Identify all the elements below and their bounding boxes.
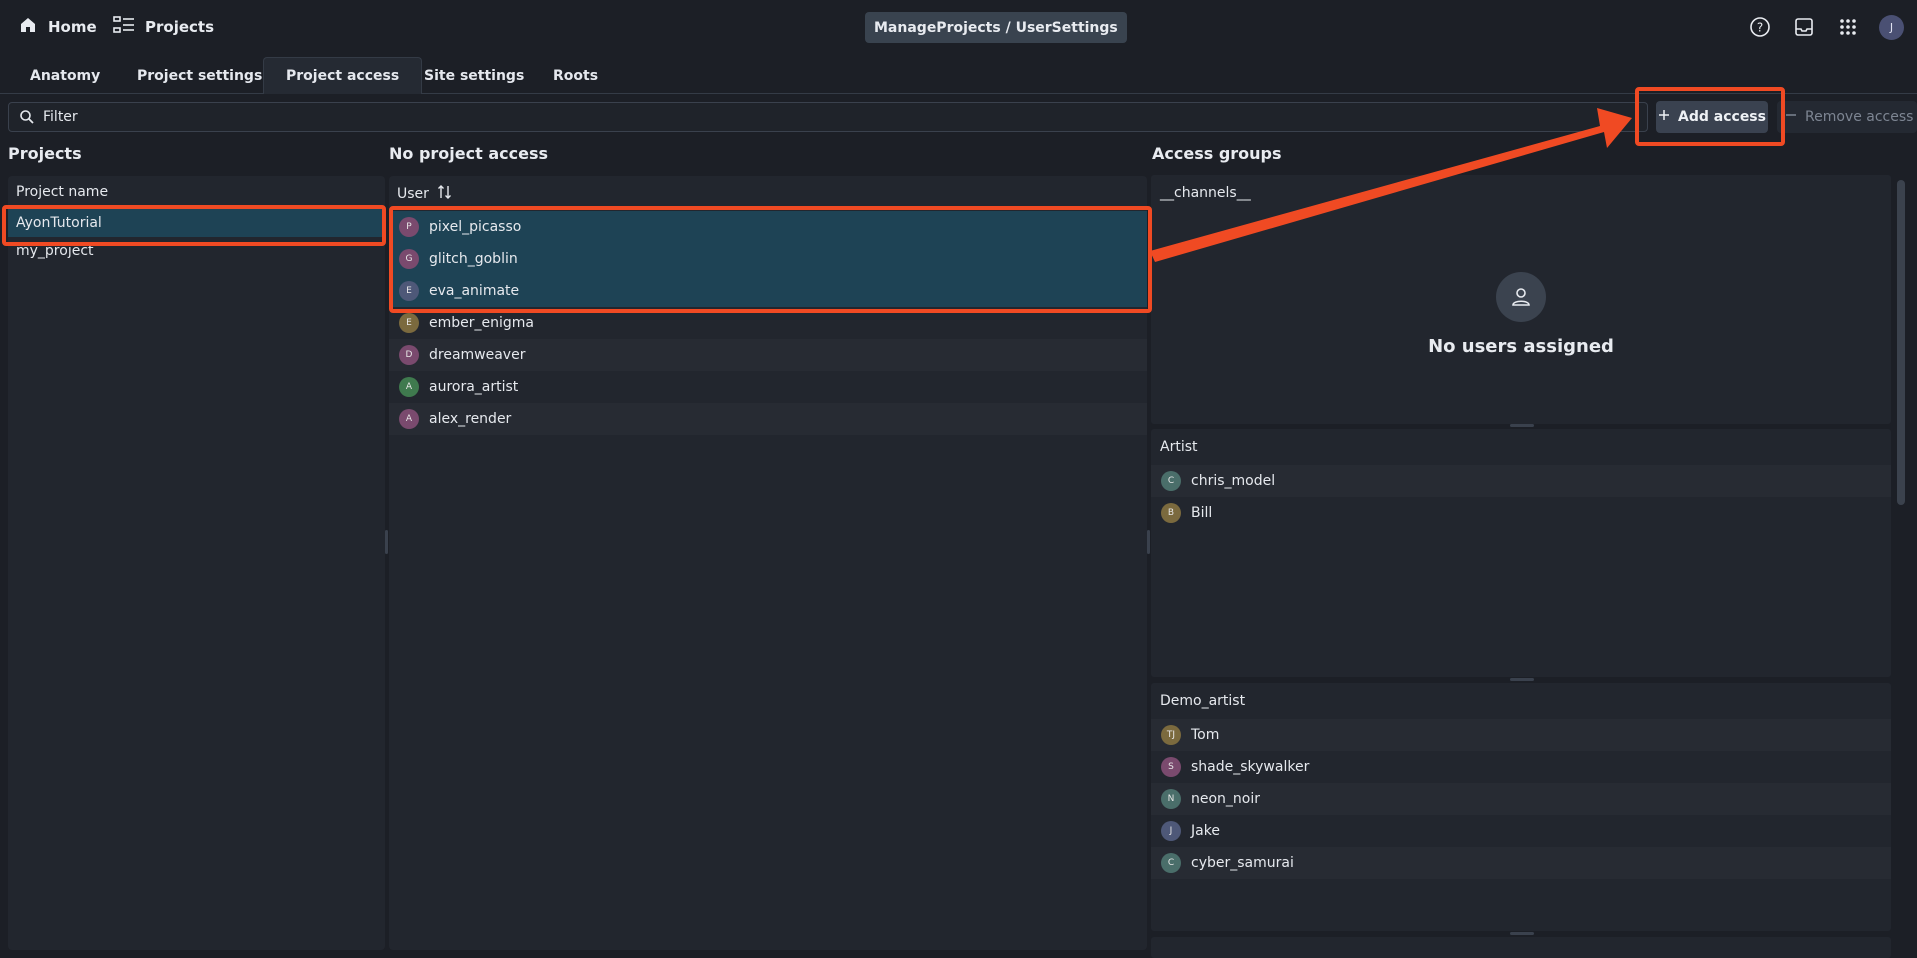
scrollbar[interactable]: [1897, 180, 1905, 505]
inbox-icon[interactable]: [1791, 14, 1817, 40]
tab-roots[interactable]: Roots: [531, 57, 620, 94]
user-row[interactable]: S shade_skywalker: [1151, 751, 1891, 783]
user-row[interactable]: J Jake: [1151, 815, 1891, 847]
user-name: chris_model: [1191, 473, 1276, 489]
projects-title: Projects: [8, 144, 82, 163]
search-icon: [19, 109, 35, 129]
home-link[interactable]: Home: [18, 14, 97, 40]
access-group-next[interactable]: [1151, 937, 1891, 958]
remove-access-button[interactable]: Remove access: [1777, 101, 1917, 133]
avatar: TJ: [1161, 725, 1181, 745]
user-icon: [1496, 272, 1546, 322]
projects-icon: [113, 15, 135, 39]
user-name: aurora_artist: [429, 379, 519, 395]
avatar: B: [1161, 503, 1181, 523]
no-access-panel: User P pixel_picasso G glitch_goblin E e…: [389, 176, 1147, 950]
user-avatar[interactable]: J: [1879, 15, 1904, 40]
minus-icon: [1785, 109, 1797, 125]
filter-input[interactable]: [43, 109, 1647, 125]
tab-anatomy[interactable]: Anatomy: [8, 57, 122, 94]
user-row[interactable]: G glitch_goblin: [389, 243, 1147, 275]
access-group-artist[interactable]: Artist C chris_model B Bill: [1151, 429, 1891, 677]
avatar: C: [1161, 471, 1181, 491]
user-row[interactable]: E eva_animate: [389, 275, 1147, 307]
user-row[interactable]: C chris_model: [1151, 465, 1891, 497]
avatar: A: [399, 409, 419, 429]
projects-label: Projects: [145, 18, 215, 36]
column-splitter[interactable]: [385, 530, 388, 554]
user-row[interactable]: D dreamweaver: [389, 339, 1147, 371]
project-name: AyonTutorial: [16, 215, 102, 231]
tab-site-settings[interactable]: Site settings: [402, 57, 546, 94]
top-bar: Home Projects ManageProjects / UserSetti…: [0, 0, 1917, 54]
add-access-button[interactable]: Add access: [1656, 101, 1768, 133]
user-row[interactable]: TJ Tom: [1151, 719, 1891, 751]
plus-icon: [1658, 109, 1670, 125]
user-row[interactable]: C cyber_samurai: [1151, 847, 1891, 879]
avatar: G: [399, 249, 419, 269]
projects-panel: Project name AyonTutorial my_project: [8, 176, 385, 950]
user-row[interactable]: B Bill: [1151, 497, 1891, 529]
empty-state: No users assigned: [1151, 272, 1891, 357]
project-row[interactable]: my_project: [8, 237, 385, 265]
user-name: pixel_picasso: [429, 219, 522, 235]
settings-tabs: Anatomy Project settings Project access …: [0, 57, 1917, 94]
access-groups-title: Access groups: [1152, 144, 1282, 163]
avatar: D: [399, 345, 419, 365]
avatar: N: [1161, 789, 1181, 809]
tab-project-access[interactable]: Project access: [263, 57, 423, 94]
project-name-header[interactable]: Project name: [8, 177, 385, 207]
user-name: Jake: [1191, 823, 1220, 839]
empty-state-text: No users assigned: [1428, 336, 1614, 357]
breadcrumb[interactable]: ManageProjects / UserSettings: [865, 12, 1127, 43]
apps-grid-icon[interactable]: [1835, 14, 1861, 40]
home-label: Home: [48, 18, 97, 36]
user-row[interactable]: E ember_enigma: [389, 307, 1147, 339]
avatar: C: [1161, 853, 1181, 873]
group-title: Artist: [1160, 439, 1198, 455]
no-access-title: No project access: [389, 144, 548, 163]
user-name: neon_noir: [1191, 791, 1261, 807]
user-row[interactable]: A alex_render: [389, 403, 1147, 435]
home-icon: [18, 15, 38, 39]
sort-icon[interactable]: [437, 184, 453, 204]
access-group-channels[interactable]: __channels__ No users assigned: [1151, 175, 1891, 424]
group-title: Demo_artist: [1160, 693, 1246, 709]
access-group-demo-artist[interactable]: Demo_artist TJ Tom S shade_skywalker N n…: [1151, 683, 1891, 931]
avatar: E: [399, 281, 419, 301]
remove-access-label: Remove access: [1805, 109, 1914, 125]
user-name: cyber_samurai: [1191, 855, 1294, 871]
projects-link[interactable]: Projects: [113, 14, 214, 40]
user-column-header[interactable]: User: [389, 179, 1147, 209]
user-row[interactable]: N neon_noir: [1151, 783, 1891, 815]
avatar: A: [399, 377, 419, 397]
user-name: shade_skywalker: [1191, 759, 1310, 775]
avatar: S: [1161, 757, 1181, 777]
group-resize-handle[interactable]: [1510, 424, 1534, 427]
user-name: dreamweaver: [429, 347, 526, 363]
add-access-label: Add access: [1678, 109, 1766, 125]
group-resize-handle[interactable]: [1510, 678, 1534, 681]
group-resize-handle[interactable]: [1510, 932, 1534, 935]
project-name: my_project: [16, 243, 94, 259]
project-row[interactable]: AyonTutorial: [8, 209, 385, 237]
help-icon[interactable]: ?: [1747, 14, 1773, 40]
user-name: alex_render: [429, 411, 512, 427]
user-name: ember_enigma: [429, 315, 534, 331]
tab-project-settings[interactable]: Project settings: [115, 57, 284, 94]
user-row[interactable]: P pixel_picasso: [389, 211, 1147, 243]
avatar: P: [399, 217, 419, 237]
svg-text:?: ?: [1757, 21, 1763, 35]
column-splitter[interactable]: [1147, 530, 1150, 554]
user-name: Bill: [1191, 505, 1213, 521]
user-row[interactable]: A aurora_artist: [389, 371, 1147, 403]
user-column-label: User: [397, 186, 429, 202]
group-title: __channels__: [1160, 185, 1251, 201]
user-name: Tom: [1191, 727, 1220, 743]
user-name: glitch_goblin: [429, 251, 518, 267]
user-name: eva_animate: [429, 283, 520, 299]
avatar: J: [1161, 821, 1181, 841]
filter-field[interactable]: [8, 102, 1648, 132]
avatar: E: [399, 313, 419, 333]
